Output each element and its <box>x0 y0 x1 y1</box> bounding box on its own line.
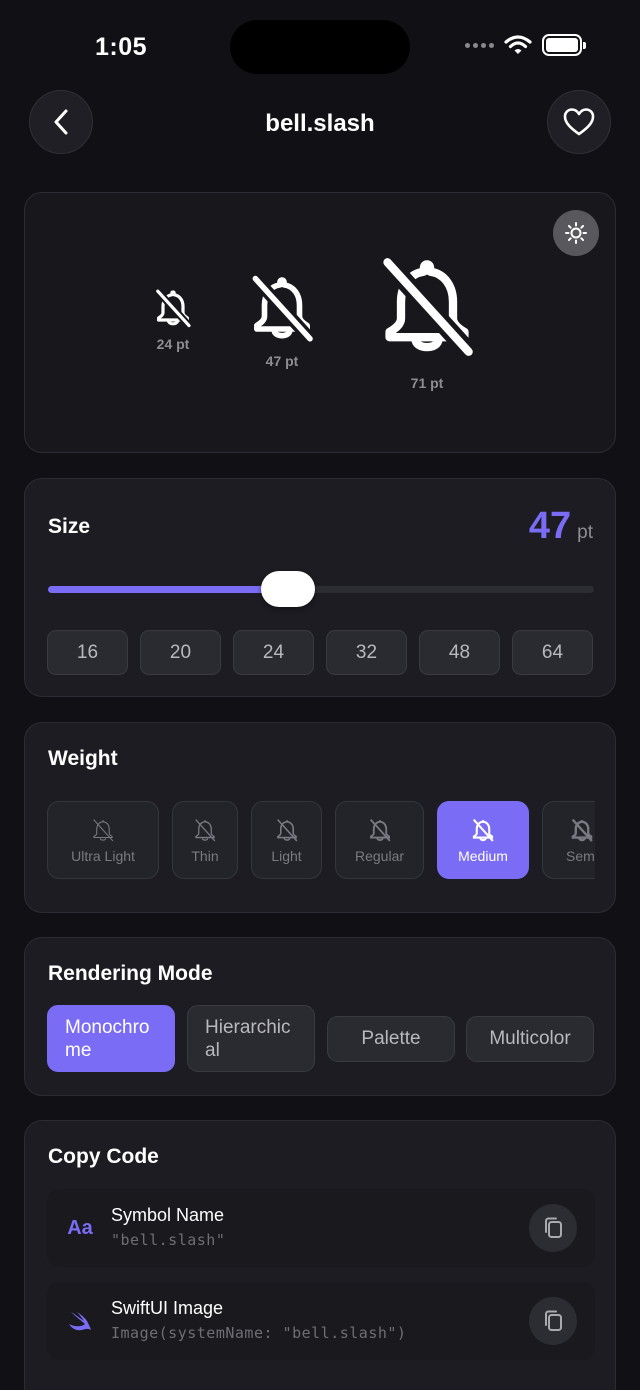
rendering-option-palette[interactable]: Palette <box>327 1016 455 1062</box>
copy-row-value: Image(systemName: "bell.slash") <box>111 1324 407 1342</box>
signal-icon <box>465 42 494 48</box>
size-preset-64[interactable]: 64 <box>512 630 593 675</box>
copy-row-swiftui-image[interactable]: SwiftUI Image Image(systemName: "bell.sl… <box>47 1282 595 1360</box>
status-bar: 1:05 <box>0 0 640 90</box>
bell-slash-icon <box>472 818 494 842</box>
weight-option-label: Regular <box>354 847 405 864</box>
wifi-icon <box>504 35 532 54</box>
dynamic-island <box>230 20 410 74</box>
preview-medium: 47 pt <box>247 273 317 369</box>
rendering-mode-title: Rendering Mode <box>48 962 213 985</box>
rendering-option-multicolor[interactable]: Multicolor <box>466 1016 594 1062</box>
preview-small-label: 24 pt <box>156 336 190 352</box>
size-slider-thumb[interactable] <box>261 571 316 607</box>
weight-option-light[interactable]: Light <box>251 801 322 879</box>
size-preset-32[interactable]: 32 <box>326 630 407 675</box>
size-preset-48[interactable]: 48 <box>419 630 500 675</box>
weight-option-semibold[interactable]: Semi <box>542 801 595 879</box>
preview-medium-label: 47 pt <box>265 353 299 369</box>
swift-icon <box>65 1308 95 1334</box>
weight-option-label: Light <box>271 847 302 864</box>
copy-code-title: Copy Code <box>48 1145 159 1168</box>
sun-icon <box>565 222 587 244</box>
size-readout: 47 pt <box>529 505 593 548</box>
copy-button[interactable] <box>529 1297 577 1345</box>
preview-large-label: 71 pt <box>410 375 444 391</box>
page-title: bell.slash <box>265 110 375 137</box>
status-icons <box>465 34 586 56</box>
copy-row-title: SwiftUI Image <box>111 1298 224 1318</box>
size-presets: 16 20 24 32 48 64 <box>47 630 593 675</box>
weight-card: Weight Ultra Light Thin Light Regular Me… <box>24 722 616 913</box>
weight-option-ultra-light[interactable]: Ultra Light <box>47 801 159 879</box>
size-slider[interactable] <box>48 571 594 607</box>
weight-option-label: Semi <box>566 847 595 864</box>
bell-slash-icon <box>155 288 192 328</box>
weight-option-label: Medium <box>458 847 508 864</box>
copy-row-symbol-name[interactable]: Aa Symbol Name "bell.slash" <box>47 1189 595 1267</box>
heart-icon <box>563 108 595 136</box>
size-title: Size <box>48 515 91 538</box>
size-preset-20[interactable]: 20 <box>140 630 221 675</box>
weight-options: Ultra Light Thin Light Regular Medium Se… <box>47 801 595 881</box>
size-slider-fill <box>48 586 289 593</box>
symbol-preview-card: 24 pt 47 pt 71 pt <box>24 192 616 453</box>
status-time: 1:05 <box>95 33 148 61</box>
size-value: 47 <box>528 505 572 547</box>
theme-toggle-button[interactable] <box>553 210 599 256</box>
weight-option-thin[interactable]: Thin <box>172 801 238 879</box>
weight-title: Weight <box>48 747 118 770</box>
text-format-icon: Aa <box>67 1216 93 1239</box>
copy-row-value: "bell.slash" <box>111 1231 226 1249</box>
size-preset-16[interactable]: 16 <box>47 630 128 675</box>
favorite-button[interactable] <box>547 90 611 154</box>
weight-option-label: Ultra Light <box>71 847 135 864</box>
bell-slash-icon <box>276 818 297 841</box>
copy-icon <box>545 1310 562 1331</box>
weight-option-medium[interactable]: Medium <box>437 801 529 879</box>
rendering-option-monochrome[interactable]: Monochro me <box>47 1005 175 1072</box>
rendering-mode-card: Rendering Mode Monochro me Hierarchic al… <box>24 937 616 1096</box>
copy-button[interactable] <box>529 1204 577 1252</box>
copy-row-title: Symbol Name <box>111 1205 225 1225</box>
bell-slash-icon <box>93 818 114 841</box>
size-preset-24[interactable]: 24 <box>233 630 314 675</box>
size-card: Size 47 pt 16 20 24 32 48 64 <box>24 478 616 697</box>
bell-slash-icon <box>369 818 391 842</box>
copy-code-card: Copy Code Aa Symbol Name "bell.slash" Sw… <box>24 1120 616 1390</box>
copy-icon <box>545 1217 562 1238</box>
weight-option-regular[interactable]: Regular <box>335 801 424 879</box>
bell-slash-icon <box>380 256 476 359</box>
preview-large: 71 pt <box>375 251 479 391</box>
weight-option-label: Thin <box>191 847 219 864</box>
nav-bar: bell.slash <box>0 90 640 156</box>
preview-small: 24 pt <box>153 288 193 352</box>
bell-slash-icon <box>571 818 593 842</box>
bell-slash-icon <box>250 274 315 343</box>
size-unit: pt <box>577 522 593 543</box>
bell-slash-icon <box>195 818 216 841</box>
rendering-option-hierarchical[interactable]: Hierarchic al <box>187 1005 315 1072</box>
battery-icon <box>542 34 586 56</box>
